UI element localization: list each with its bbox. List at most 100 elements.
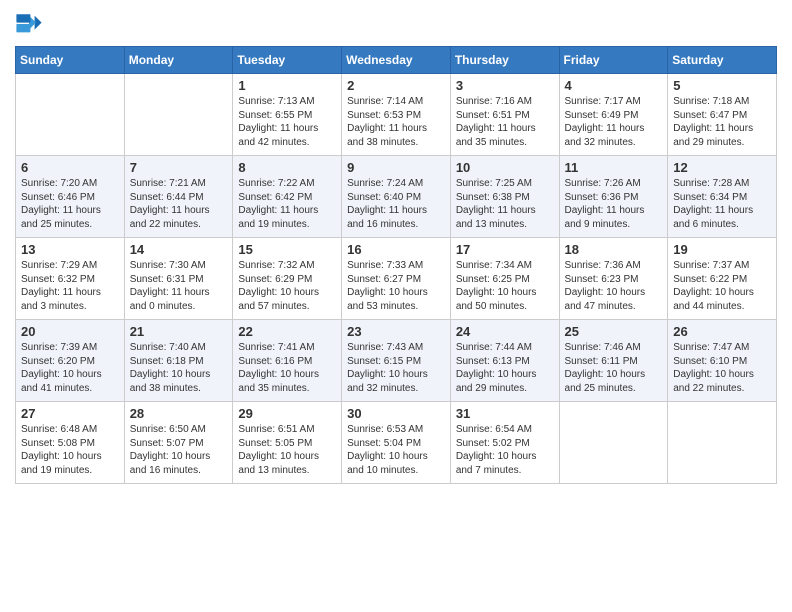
day-info: Sunrise: 7:28 AM Sunset: 6:34 PM Dayligh… (673, 177, 771, 231)
calendar-cell: 24Sunrise: 7:44 AM Sunset: 6:13 PM Dayli… (450, 320, 559, 402)
day-number: 28 (130, 406, 228, 421)
week-row-1: 1 Sunrise: 7:13 AM Sunset: 6:55 PM Daylig… (16, 74, 777, 156)
calendar-cell: 25 Sunrise: 7:46 AM Sunset: 6:11 PM Dayli… (559, 320, 668, 402)
calendar-cell: 11 Sunrise: 7:26 AM Sunset: 6:36 PM Dayli… (559, 156, 668, 238)
day-number: 15 (238, 242, 336, 257)
day-info: Sunrise: 7:32 AM Sunset: 6:29 PM Dayligh… (238, 259, 336, 313)
day-info: Sunrise: 7:46 AM Sunset: 6:11 PM Dayligh… (565, 341, 663, 395)
calendar-cell (559, 402, 668, 484)
day-info: Sunrise: 7:29 AM Sunset: 6:32 PM Dayligh… (21, 259, 119, 313)
day-info: Sunrise: 7:24 AM Sunset: 6:40 PM Dayligh… (347, 177, 445, 231)
day-number: 6 (21, 160, 119, 175)
day-number: 2 (347, 78, 445, 93)
week-row-4: 20Sunrise: 7:39 AM Sunset: 6:20 PM Dayli… (16, 320, 777, 402)
day-info: Sunrise: 7:34 AM Sunset: 6:25 PM Dayligh… (456, 259, 554, 313)
calendar-cell: 30 Sunrise: 6:53 AM Sunset: 5:04 PM Dayli… (342, 402, 451, 484)
calendar-cell: 21 Sunrise: 7:40 AM Sunset: 6:18 PM Dayli… (124, 320, 233, 402)
calendar-cell: 28 Sunrise: 6:50 AM Sunset: 5:07 PM Dayli… (124, 402, 233, 484)
calendar-cell: 17 Sunrise: 7:34 AM Sunset: 6:25 PM Dayli… (450, 238, 559, 320)
day-number: 9 (347, 160, 445, 175)
day-number: 27 (21, 406, 119, 421)
day-info: Sunrise: 6:51 AM Sunset: 5:05 PM Dayligh… (238, 423, 336, 477)
day-number: 21 (130, 324, 228, 339)
calendar-cell: 6 Sunrise: 7:20 AM Sunset: 6:46 PM Daylig… (16, 156, 125, 238)
calendar-cell: 20Sunrise: 7:39 AM Sunset: 6:20 PM Dayli… (16, 320, 125, 402)
day-number: 11 (565, 160, 663, 175)
page-header (15, 10, 777, 38)
day-number: 12 (673, 160, 771, 175)
day-number: 26 (673, 324, 771, 339)
day-number: 3 (456, 78, 554, 93)
day-number: 19 (673, 242, 771, 257)
day-info: Sunrise: 6:54 AM Sunset: 5:02 PM Dayligh… (456, 423, 554, 477)
day-header-tuesday: Tuesday (233, 47, 342, 74)
day-info: Sunrise: 7:37 AM Sunset: 6:22 PM Dayligh… (673, 259, 771, 313)
day-header-saturday: Saturday (668, 47, 777, 74)
day-header-monday: Monday (124, 47, 233, 74)
day-info: Sunrise: 7:16 AM Sunset: 6:51 PM Dayligh… (456, 95, 554, 149)
calendar-cell: 1 Sunrise: 7:13 AM Sunset: 6:55 PM Daylig… (233, 74, 342, 156)
day-number: 7 (130, 160, 228, 175)
calendar-cell: 27Sunrise: 6:48 AM Sunset: 5:08 PM Dayli… (16, 402, 125, 484)
day-number: 14 (130, 242, 228, 257)
day-info: Sunrise: 7:40 AM Sunset: 6:18 PM Dayligh… (130, 341, 228, 395)
calendar-cell: 15 Sunrise: 7:32 AM Sunset: 6:29 PM Dayli… (233, 238, 342, 320)
week-row-5: 27Sunrise: 6:48 AM Sunset: 5:08 PM Dayli… (16, 402, 777, 484)
logo (15, 10, 47, 38)
calendar-cell: 2Sunrise: 7:14 AM Sunset: 6:53 PM Daylig… (342, 74, 451, 156)
calendar-cell: 7Sunrise: 7:21 AM Sunset: 6:44 PM Daylig… (124, 156, 233, 238)
calendar-table: SundayMondayTuesdayWednesdayThursdayFrid… (15, 46, 777, 484)
day-number: 17 (456, 242, 554, 257)
day-info: Sunrise: 7:33 AM Sunset: 6:27 PM Dayligh… (347, 259, 445, 313)
calendar-cell: 13Sunrise: 7:29 AM Sunset: 6:32 PM Dayli… (16, 238, 125, 320)
day-number: 4 (565, 78, 663, 93)
calendar-body: 1 Sunrise: 7:13 AM Sunset: 6:55 PM Daylig… (16, 74, 777, 484)
day-number: 10 (456, 160, 554, 175)
day-number: 29 (238, 406, 336, 421)
calendar-cell: 31Sunrise: 6:54 AM Sunset: 5:02 PM Dayli… (450, 402, 559, 484)
calendar-cell: 8Sunrise: 7:22 AM Sunset: 6:42 PM Daylig… (233, 156, 342, 238)
day-number: 24 (456, 324, 554, 339)
day-info: Sunrise: 7:13 AM Sunset: 6:55 PM Dayligh… (238, 95, 336, 149)
day-info: Sunrise: 7:20 AM Sunset: 6:46 PM Dayligh… (21, 177, 119, 231)
day-header-friday: Friday (559, 47, 668, 74)
day-info: Sunrise: 7:18 AM Sunset: 6:47 PM Dayligh… (673, 95, 771, 149)
day-info: Sunrise: 7:36 AM Sunset: 6:23 PM Dayligh… (565, 259, 663, 313)
calendar-cell: 9 Sunrise: 7:24 AM Sunset: 6:40 PM Daylig… (342, 156, 451, 238)
calendar-cell: 3 Sunrise: 7:16 AM Sunset: 6:51 PM Daylig… (450, 74, 559, 156)
day-header-wednesday: Wednesday (342, 47, 451, 74)
day-info: Sunrise: 7:41 AM Sunset: 6:16 PM Dayligh… (238, 341, 336, 395)
day-number: 5 (673, 78, 771, 93)
day-number: 20 (21, 324, 119, 339)
calendar-cell (16, 74, 125, 156)
day-number: 18 (565, 242, 663, 257)
day-number: 22 (238, 324, 336, 339)
calendar-cell: 22 Sunrise: 7:41 AM Sunset: 6:16 PM Dayli… (233, 320, 342, 402)
calendar-cell: 12 Sunrise: 7:28 AM Sunset: 6:34 PM Dayli… (668, 156, 777, 238)
day-number: 25 (565, 324, 663, 339)
day-header-sunday: Sunday (16, 47, 125, 74)
day-header-thursday: Thursday (450, 47, 559, 74)
calendar-cell: 10Sunrise: 7:25 AM Sunset: 6:38 PM Dayli… (450, 156, 559, 238)
calendar-cell: 29 Sunrise: 6:51 AM Sunset: 5:05 PM Dayli… (233, 402, 342, 484)
day-info: Sunrise: 7:17 AM Sunset: 6:49 PM Dayligh… (565, 95, 663, 149)
day-info: Sunrise: 6:50 AM Sunset: 5:07 PM Dayligh… (130, 423, 228, 477)
calendar-cell: 4 Sunrise: 7:17 AM Sunset: 6:49 PM Daylig… (559, 74, 668, 156)
day-info: Sunrise: 7:47 AM Sunset: 6:10 PM Dayligh… (673, 341, 771, 395)
day-number: 1 (238, 78, 336, 93)
calendar-cell: 19 Sunrise: 7:37 AM Sunset: 6:22 PM Dayli… (668, 238, 777, 320)
day-info: Sunrise: 6:53 AM Sunset: 5:04 PM Dayligh… (347, 423, 445, 477)
calendar-header: SundayMondayTuesdayWednesdayThursdayFrid… (16, 47, 777, 74)
calendar-cell: 16 Sunrise: 7:33 AM Sunset: 6:27 PM Dayli… (342, 238, 451, 320)
day-info: Sunrise: 7:26 AM Sunset: 6:36 PM Dayligh… (565, 177, 663, 231)
calendar-cell: 18 Sunrise: 7:36 AM Sunset: 6:23 PM Dayli… (559, 238, 668, 320)
week-row-3: 13Sunrise: 7:29 AM Sunset: 6:32 PM Dayli… (16, 238, 777, 320)
day-number: 30 (347, 406, 445, 421)
calendar-cell: 5 Sunrise: 7:18 AM Sunset: 6:47 PM Daylig… (668, 74, 777, 156)
calendar-cell: 23Sunrise: 7:43 AM Sunset: 6:15 PM Dayli… (342, 320, 451, 402)
day-number: 16 (347, 242, 445, 257)
logo-icon (15, 10, 43, 38)
day-info: Sunrise: 7:30 AM Sunset: 6:31 PM Dayligh… (130, 259, 228, 313)
calendar-cell: 26 Sunrise: 7:47 AM Sunset: 6:10 PM Dayli… (668, 320, 777, 402)
day-number: 23 (347, 324, 445, 339)
